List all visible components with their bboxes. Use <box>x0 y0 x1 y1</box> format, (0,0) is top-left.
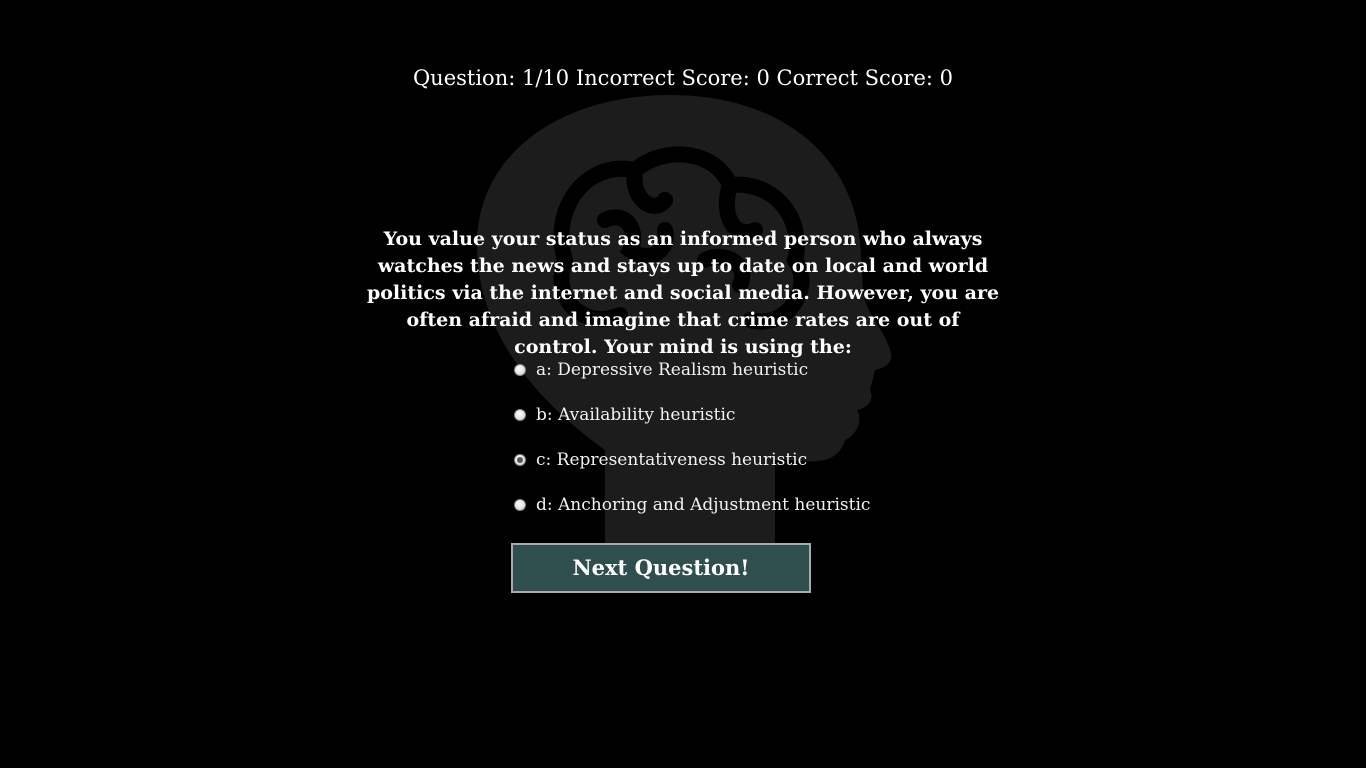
answer-option-d[interactable]: d: Anchoring and Adjustment heuristic <box>514 492 870 517</box>
answer-option-a[interactable]: a: Depressive Realism heuristic <box>514 357 870 382</box>
radio-button-d[interactable] <box>514 498 526 511</box>
answer-label-a: a: Depressive Realism heuristic <box>536 359 809 380</box>
answer-label-d: d: Anchoring and Adjustment heuristic <box>536 494 871 515</box>
answer-option-c[interactable]: c: Representativeness heuristic <box>514 447 870 472</box>
radio-button-b[interactable] <box>514 408 526 421</box>
answer-label-c: c: Representativeness heuristic <box>536 449 808 470</box>
next-question-button[interactable]: Next Question! <box>511 543 811 593</box>
radio-button-c[interactable] <box>514 453 526 466</box>
score-bar: Question: 1/10 Incorrect Score: 0 Correc… <box>0 66 1366 90</box>
answer-list: a: Depressive Realism heuristic b: Avail… <box>514 357 870 537</box>
question-progress: 1/10 <box>522 66 570 90</box>
incorrect-score-value: 0 <box>756 66 770 90</box>
answer-label-b: b: Availability heuristic <box>536 404 736 425</box>
question-label: Question: <box>412 66 516 90</box>
correct-score-value: 0 <box>939 66 954 90</box>
correct-score-label: Correct Score: <box>776 66 933 90</box>
radio-button-a[interactable] <box>514 363 526 376</box>
question-text: You value your status as an informed per… <box>366 228 1000 358</box>
incorrect-score-label: Incorrect Score: <box>575 66 750 90</box>
answer-option-b[interactable]: b: Availability heuristic <box>514 402 870 427</box>
